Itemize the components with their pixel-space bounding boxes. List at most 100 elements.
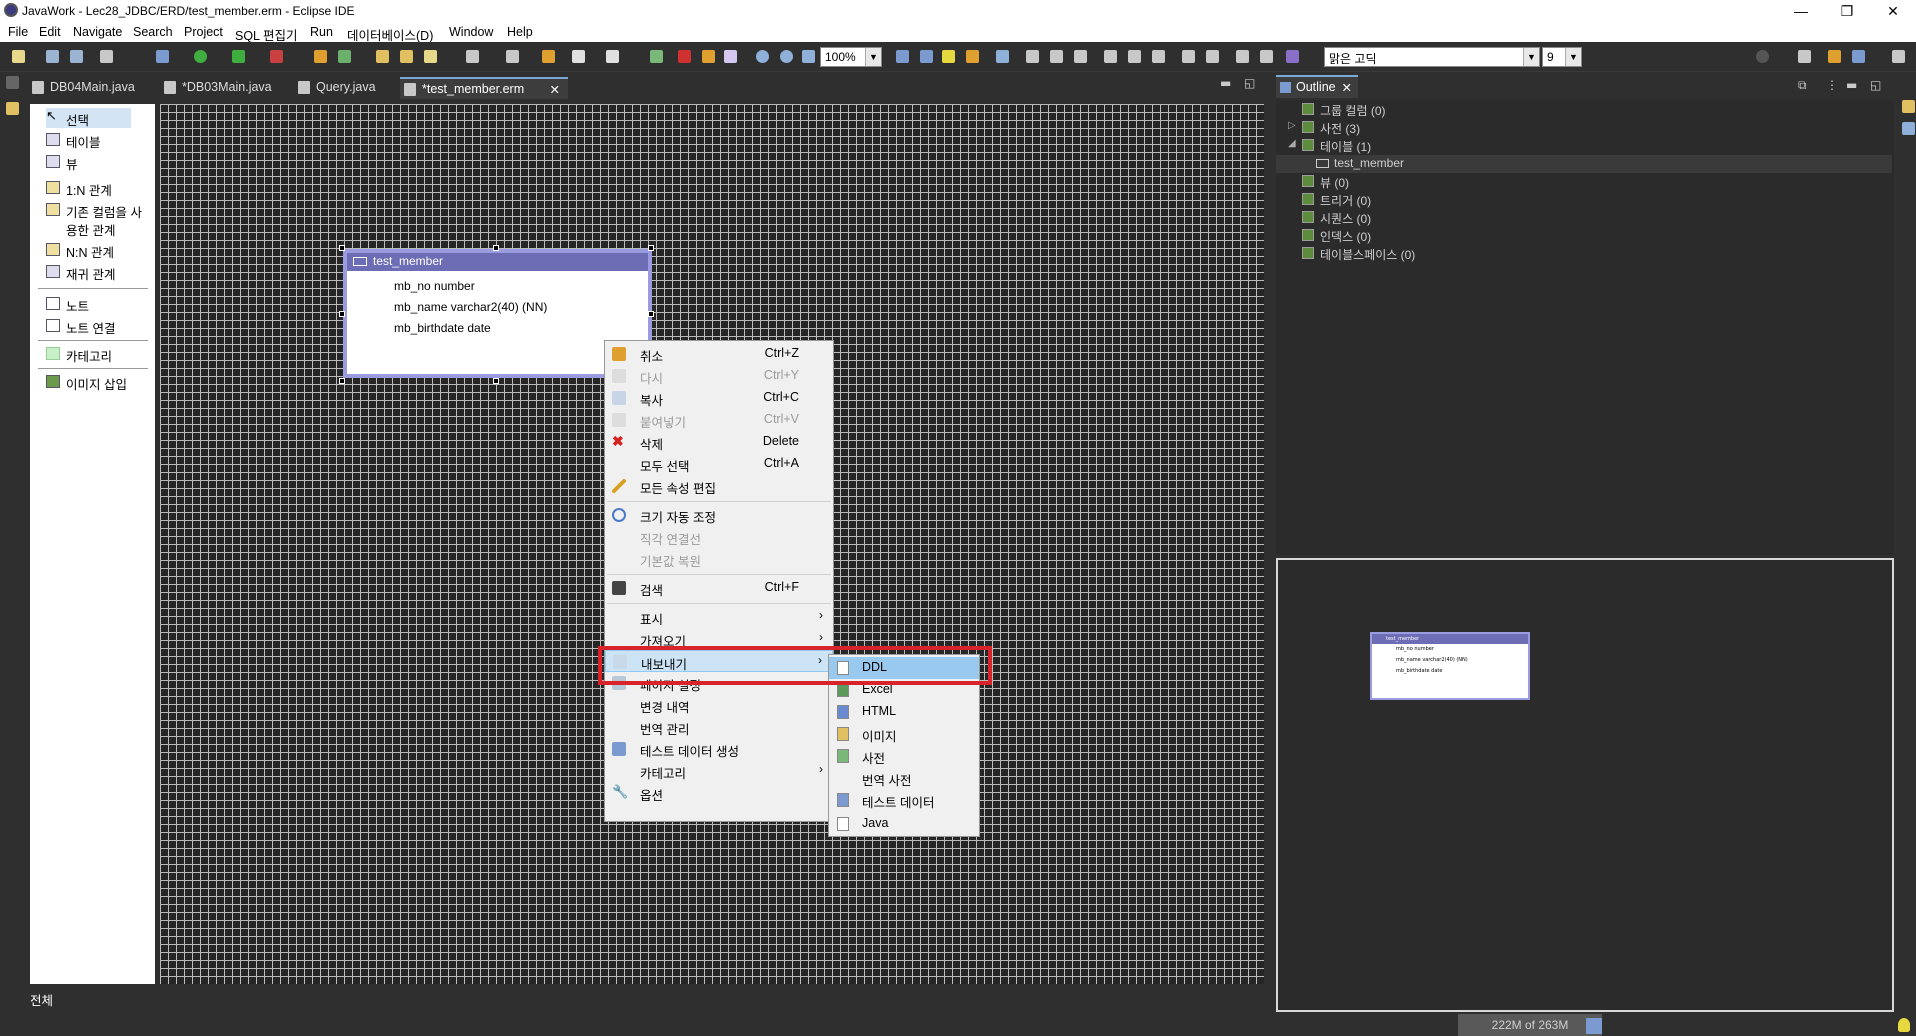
- garbage-collect-icon[interactable]: [1586, 1018, 1602, 1034]
- erd-column[interactable]: mb_no number: [394, 279, 475, 293]
- submenu-item-dictionary[interactable]: 사전: [829, 745, 979, 767]
- submenu-item-image[interactable]: 이미지: [829, 723, 979, 745]
- submenu-item-html[interactable]: HTML: [829, 701, 979, 723]
- palette-note[interactable]: 노트: [46, 294, 89, 314]
- palette-existing-column-relation[interactable]: 기존 컬럼을 사: [46, 200, 142, 220]
- run-icon[interactable]: [194, 50, 207, 63]
- menu-item-delete[interactable]: ✖ 삭제 Delete: [605, 431, 833, 453]
- palette-table[interactable]: 테이블: [46, 130, 101, 150]
- zoom-in-icon[interactable]: [756, 50, 769, 63]
- palette-nn-relation[interactable]: N:N 관계: [46, 240, 114, 260]
- menu-item-copy[interactable]: 복사 Ctrl+C: [605, 387, 833, 409]
- menu-item-redo[interactable]: 다시 Ctrl+Y: [605, 365, 833, 387]
- menu-help[interactable]: Help: [507, 25, 533, 39]
- menu-window[interactable]: Window: [449, 25, 493, 39]
- line-icon[interactable]: [942, 50, 955, 63]
- menu-item-find[interactable]: 검색 Ctrl+F: [605, 577, 833, 599]
- external-tools-icon[interactable]: [270, 50, 283, 63]
- resize-handle[interactable]: [493, 378, 499, 384]
- palette-select[interactable]: ↖ 선택: [46, 108, 131, 128]
- palette-self-relation[interactable]: 재귀 관계: [46, 262, 115, 282]
- align-center-icon[interactable]: [1050, 50, 1063, 63]
- tree-item-tablespaces[interactable]: 테이블스페이스 (0): [1302, 246, 1415, 263]
- prev-icon[interactable]: [572, 50, 585, 63]
- menu-item-generate-test-data[interactable]: 테스트 데이터 생성: [605, 738, 833, 760]
- palette-1n-relation[interactable]: 1:N 관계: [46, 178, 112, 198]
- tree-item-views[interactable]: 뷰 (0): [1302, 174, 1349, 191]
- close-tab-icon[interactable]: ✕: [550, 82, 560, 97]
- palette-note-link[interactable]: 노트 연결: [46, 316, 115, 336]
- palette-view[interactable]: 뷰: [46, 152, 78, 172]
- debug-perspective-icon[interactable]: [1892, 50, 1905, 63]
- erd-column[interactable]: mb_birthdate date: [394, 321, 491, 335]
- view-menu-icon[interactable]: ⋮: [1826, 78, 1838, 92]
- maximize-button[interactable]: ❐: [1824, 0, 1870, 22]
- forward-icon[interactable]: [606, 50, 619, 63]
- save-icon[interactable]: [46, 50, 59, 63]
- menu-item-select-all[interactable]: 모두 선택 Ctrl+A: [605, 453, 833, 475]
- menu-item-change-history[interactable]: 변경 내역: [605, 694, 833, 716]
- resize-handle[interactable]: [339, 378, 345, 384]
- close-button[interactable]: ✕: [1870, 0, 1916, 22]
- menu-item-restore-default[interactable]: 기본값 복원: [605, 548, 833, 570]
- tab-test-member-erm[interactable]: *test_member.erm ✕: [400, 77, 568, 99]
- menu-item-paste[interactable]: 붙여넣기 Ctrl+V: [605, 409, 833, 431]
- pin-icon[interactable]: [506, 50, 519, 63]
- tab-query[interactable]: Query.java: [294, 77, 394, 99]
- color-icon[interactable]: [1286, 50, 1299, 63]
- console-icon[interactable]: [1902, 122, 1915, 135]
- menu-navigate[interactable]: Navigate: [73, 25, 122, 39]
- zoom-fit-icon[interactable]: [802, 50, 815, 63]
- back-icon[interactable]: [542, 50, 555, 63]
- menu-search[interactable]: Search: [133, 25, 173, 39]
- resize-handle[interactable]: [493, 245, 499, 251]
- menu-file[interactable]: File: [8, 25, 28, 39]
- distribute-v-icon[interactable]: [1260, 50, 1273, 63]
- search-tool-icon[interactable]: [424, 50, 437, 63]
- minimize-editor-icon[interactable]: ▬: [1220, 76, 1231, 90]
- tasks-icon[interactable]: [1902, 100, 1915, 113]
- expand-icon[interactable]: ▷: [1288, 120, 1296, 131]
- tree-item-indexes[interactable]: 인덱스 (0): [1302, 228, 1371, 245]
- menu-item-options[interactable]: 🔧 옵션: [605, 782, 833, 804]
- snap-icon[interactable]: [920, 50, 933, 63]
- menu-item-edit-all-properties[interactable]: 모든 속성 편집: [605, 475, 833, 497]
- tree-item-tables[interactable]: ◢ 테이블 (1): [1288, 138, 1371, 155]
- zoom-out-icon[interactable]: [780, 50, 793, 63]
- align-right-icon[interactable]: [1074, 50, 1087, 63]
- resize-handle[interactable]: [339, 311, 345, 317]
- submenu-item-translation-dictionary[interactable]: 번역 사전: [829, 767, 979, 789]
- search-icon[interactable]: [1756, 50, 1769, 63]
- grid-icon[interactable]: [896, 50, 909, 63]
- menu-edit[interactable]: Edit: [39, 25, 61, 39]
- menu-item-auto-resize[interactable]: 크기 자동 조정: [605, 504, 833, 526]
- submenu-item-test-data[interactable]: 테스트 데이터: [829, 789, 979, 811]
- minimize-view-icon[interactable]: ▬: [1846, 78, 1857, 92]
- menu-run[interactable]: Run: [310, 25, 333, 39]
- same-height-icon[interactable]: [1206, 50, 1219, 63]
- tab-db03main[interactable]: *DB03Main.java: [160, 77, 282, 99]
- all-button[interactable]: 전체: [30, 990, 53, 1009]
- tree-item-dictionary[interactable]: ▷ 사전 (3): [1288, 120, 1360, 137]
- palette-insert-image[interactable]: 이미지 삽입: [46, 372, 127, 392]
- open-perspective-icon[interactable]: [1798, 50, 1811, 63]
- palette-category[interactable]: 카테고리: [46, 344, 112, 364]
- redo-icon[interactable]: [724, 50, 737, 63]
- coverage-icon[interactable]: [232, 50, 245, 63]
- debug-icon[interactable]: [156, 50, 169, 63]
- toolbar-icon[interactable]: ⧉: [1798, 78, 1807, 93]
- resize-handle[interactable]: [339, 245, 345, 251]
- annotation-icon[interactable]: [466, 50, 479, 63]
- refresh-icon[interactable]: [996, 50, 1009, 63]
- align-left-icon[interactable]: [1026, 50, 1039, 63]
- font-size-combo[interactable]: 9 ▼: [1542, 47, 1582, 67]
- tree-item-sequences[interactable]: 시퀀스 (0): [1302, 210, 1371, 227]
- open-folder-icon[interactable]: [400, 50, 413, 63]
- align-bottom-icon[interactable]: [1152, 50, 1165, 63]
- export-icon[interactable]: [650, 50, 663, 63]
- maximize-view-icon[interactable]: ◱: [1870, 78, 1881, 92]
- menu-item-display[interactable]: 표시 ›: [605, 606, 833, 628]
- tree-item-group-columns[interactable]: 그룹 컬럼 (0): [1302, 102, 1386, 119]
- open-type-icon[interactable]: [376, 50, 389, 63]
- new-package-icon[interactable]: [314, 50, 327, 63]
